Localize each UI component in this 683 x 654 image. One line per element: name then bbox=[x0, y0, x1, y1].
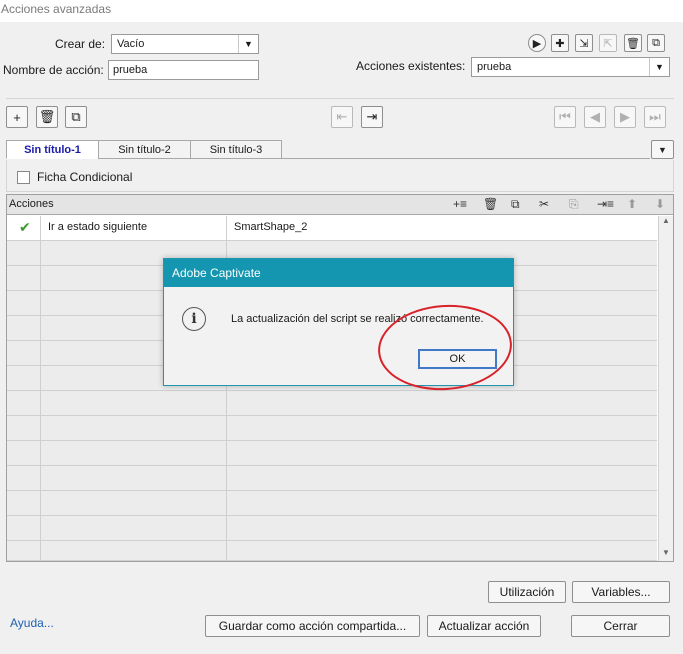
tab-sin-titulo-2[interactable]: Sin título-2 bbox=[98, 140, 191, 159]
tab-sin-titulo-1[interactable]: Sin título-1 bbox=[6, 140, 99, 159]
play-icon[interactable]: ▶ bbox=[528, 34, 546, 52]
tab-sin-titulo-3[interactable]: Sin título-3 bbox=[190, 140, 282, 159]
export-icon[interactable]: ⇱ bbox=[599, 34, 617, 52]
variables-button[interactable]: Variables... bbox=[572, 581, 670, 603]
import-icon[interactable]: ⇲ bbox=[575, 34, 593, 52]
cerrar-button[interactable]: Cerrar bbox=[571, 615, 670, 637]
copy-icon[interactable]: ⧉ bbox=[511, 197, 520, 212]
info-icon: i bbox=[182, 307, 206, 331]
row-action: Ir a estado siguiente bbox=[48, 221, 148, 233]
row-target: SmartShape_2 bbox=[234, 221, 308, 233]
existentes-label: Acciones existentes: bbox=[356, 59, 466, 73]
table-row[interactable] bbox=[7, 416, 657, 441]
condicional-label: Ficha Condicional bbox=[37, 170, 133, 184]
crear-de-dropdown[interactable]: Vacío ▼ bbox=[111, 34, 259, 54]
table-row[interactable] bbox=[7, 466, 657, 491]
export-icon[interactable]: ⇥ bbox=[361, 106, 383, 128]
nombre-input[interactable]: prueba bbox=[108, 60, 259, 80]
guardar-compartida-button[interactable]: Guardar como acción compartida... bbox=[205, 615, 420, 637]
insert-row-icon[interactable]: +≡ bbox=[453, 197, 467, 211]
utilizacion-button[interactable]: Utilización bbox=[488, 581, 566, 603]
ayuda-link[interactable]: Ayuda... bbox=[10, 616, 54, 630]
table-row[interactable] bbox=[7, 541, 657, 561]
crear-de-label: Crear de: bbox=[55, 37, 106, 51]
divider bbox=[6, 98, 674, 99]
tabs-menu-chevron-icon[interactable]: ▼ bbox=[651, 140, 674, 159]
trash-icon[interactable]: 🗑 bbox=[624, 34, 642, 52]
checkmark-icon: ✔ bbox=[19, 219, 31, 235]
dialog-title: Adobe Captivate bbox=[164, 259, 513, 287]
trash-icon[interactable]: 🗑 bbox=[36, 106, 58, 128]
indent-icon[interactable]: ⇥≡ bbox=[597, 197, 614, 211]
window-title: Acciones avanzadas bbox=[0, 0, 683, 22]
add-icon[interactable]: + bbox=[6, 106, 28, 128]
chevron-down-icon: ▼ bbox=[649, 58, 669, 76]
prev-icon[interactable]: ◀ bbox=[584, 106, 606, 128]
table-row[interactable] bbox=[7, 441, 657, 466]
existentes-dropdown[interactable]: prueba ▼ bbox=[471, 57, 670, 77]
cut-icon[interactable]: ✂ bbox=[539, 197, 549, 211]
add-icon[interactable]: ✚ bbox=[551, 34, 569, 52]
paste-icon[interactable]: ⎘ bbox=[569, 197, 579, 212]
copy-icon[interactable]: ⧉ bbox=[65, 106, 87, 128]
actualizar-accion-button[interactable]: Actualizar acción bbox=[427, 615, 541, 637]
paste-icon[interactable]: ⇤ bbox=[331, 106, 353, 128]
scroll-down-icon[interactable]: ▼ bbox=[662, 548, 670, 557]
first-icon[interactable]: ⏮ bbox=[554, 106, 576, 128]
duplicate-icon[interactable]: ⧉ bbox=[647, 34, 665, 52]
column-divider bbox=[40, 216, 41, 561]
last-icon[interactable]: ⏭ bbox=[644, 106, 666, 128]
chevron-down-icon: ▼ bbox=[238, 35, 258, 53]
scroll-up-icon[interactable]: ▲ bbox=[662, 216, 670, 225]
table-row[interactable] bbox=[7, 391, 657, 416]
table-row[interactable]: ✔ Ir a estado siguiente SmartShape_2 bbox=[7, 216, 657, 241]
tab-baseline bbox=[282, 158, 650, 159]
table-row[interactable] bbox=[7, 491, 657, 516]
crear-de-value: Vacío bbox=[117, 38, 145, 50]
table-row[interactable] bbox=[7, 516, 657, 541]
condicional-checkbox[interactable] bbox=[17, 171, 30, 184]
arrow-down-icon[interactable]: ⬇ bbox=[655, 197, 665, 211]
grid-header-label: Acciones bbox=[9, 198, 54, 210]
nombre-label: Nombre de acción: bbox=[3, 63, 104, 77]
arrow-up-icon[interactable]: ⬆ bbox=[627, 197, 637, 211]
trash-icon[interactable]: 🗑 bbox=[483, 197, 498, 211]
existentes-value: prueba bbox=[477, 61, 512, 73]
vertical-scrollbar[interactable]: ▲ ▼ bbox=[658, 216, 673, 561]
next-icon[interactable]: ▶ bbox=[614, 106, 636, 128]
